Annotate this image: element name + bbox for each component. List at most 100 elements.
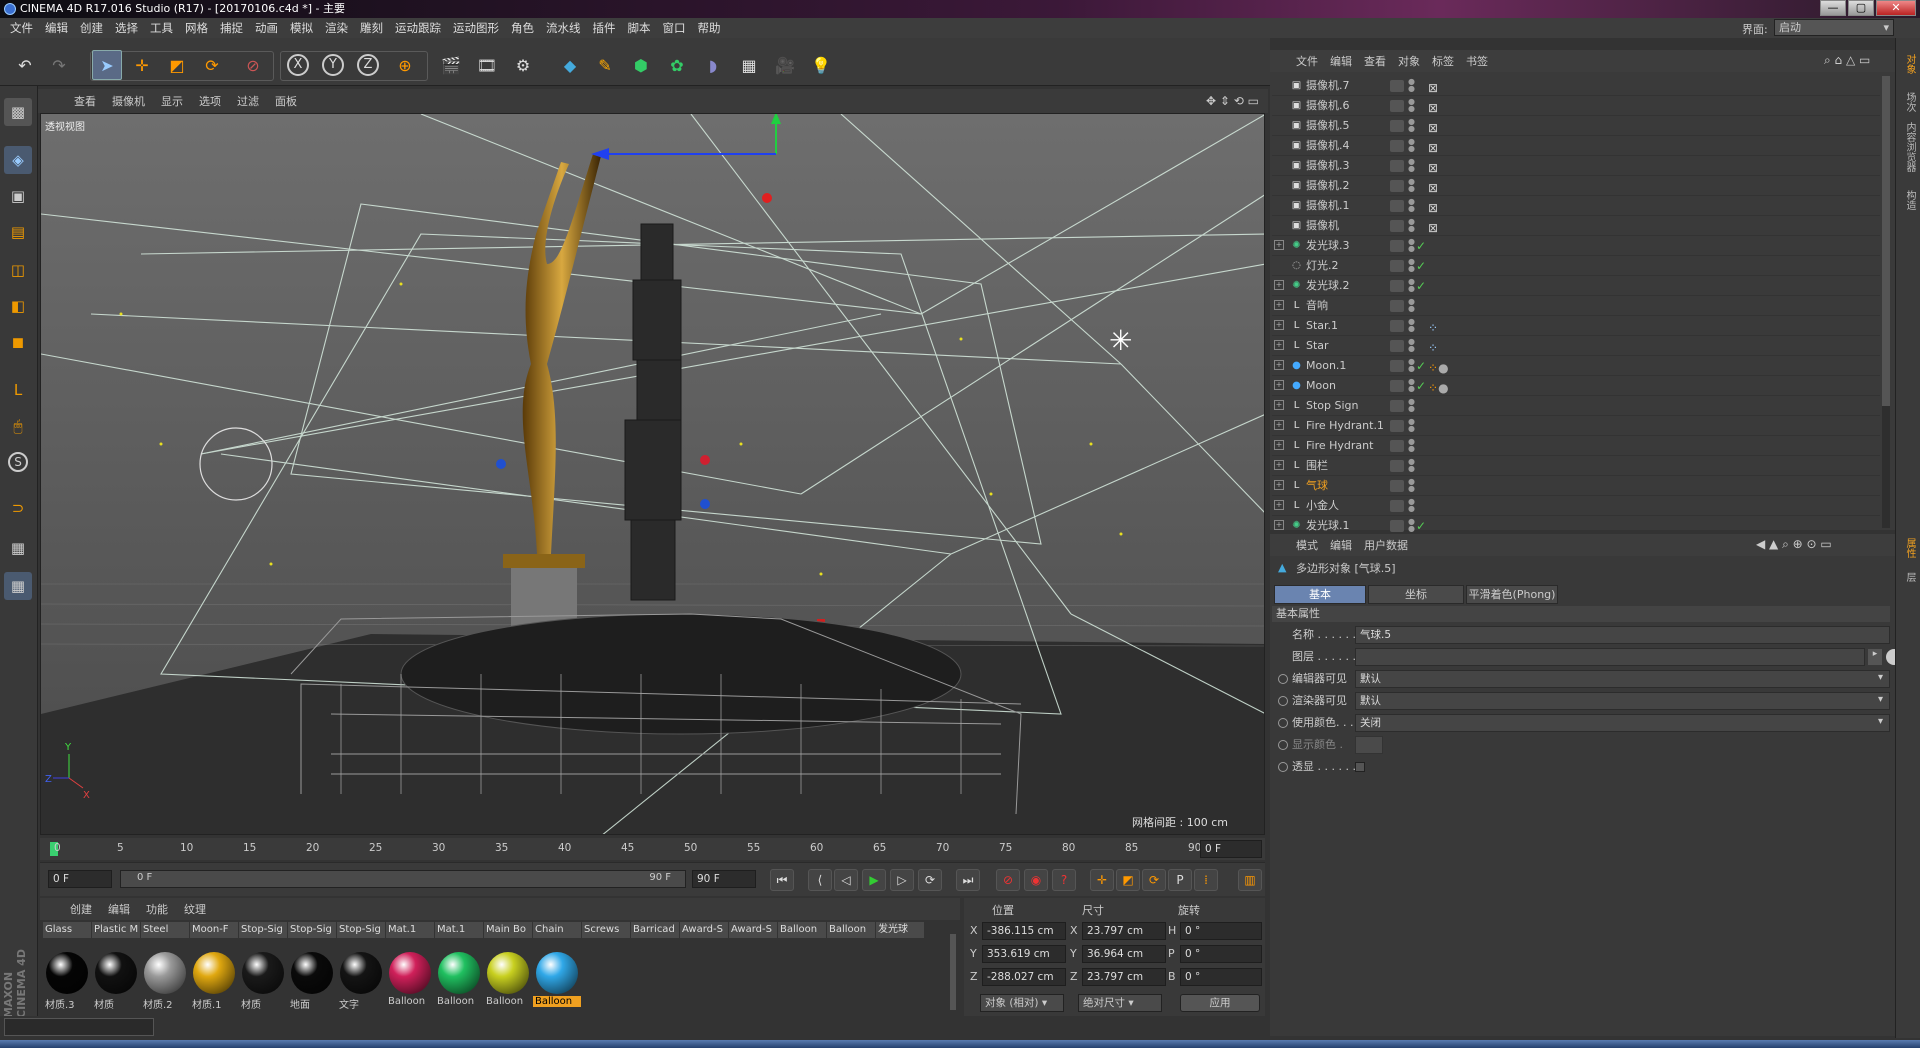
- material-item[interactable]: Chain Balloon: [533, 922, 581, 1012]
- material-item[interactable]: Screws: [582, 922, 630, 1012]
- attribute-field[interactable]: [1355, 648, 1865, 666]
- size-mode-select[interactable]: 绝对尺寸 ▾: [1078, 994, 1162, 1012]
- object-name[interactable]: 音响: [1306, 296, 1328, 316]
- material-item[interactable]: Award-S: [680, 922, 728, 1012]
- frame-range-slider[interactable]: 0 F 90 F: [120, 870, 686, 888]
- object-name[interactable]: Moon.1: [1306, 356, 1346, 376]
- expand-icon[interactable]: +: [1274, 400, 1284, 410]
- camera-tag-icon[interactable]: ⊠: [1428, 98, 1438, 118]
- layer-arrow-icon[interactable]: ▸: [1868, 649, 1882, 665]
- camera-tag-icon[interactable]: ⊠: [1428, 218, 1438, 238]
- expand-icon[interactable]: +: [1274, 480, 1284, 490]
- scale-button[interactable]: ◩: [162, 50, 192, 80]
- object-name[interactable]: Stop Sign: [1306, 396, 1359, 416]
- enabled-check-icon[interactable]: ✓: [1416, 256, 1426, 276]
- material-item[interactable]: Balloon: [827, 922, 875, 1012]
- material-preview-sphere[interactable]: [389, 952, 431, 994]
- animate-radio-icon[interactable]: [1278, 718, 1288, 728]
- attribute-menu-edit[interactable]: 编辑: [1324, 537, 1358, 553]
- expand-icon[interactable]: +: [1274, 440, 1284, 450]
- visibility-toggle[interactable]: [1390, 200, 1404, 212]
- object-name[interactable]: Star.1: [1306, 316, 1338, 336]
- right-tab-structure[interactable]: 构造: [1897, 190, 1917, 210]
- tab-coordinates[interactable]: 坐标: [1368, 585, 1464, 604]
- key-pla-button[interactable]: ⁞: [1194, 869, 1218, 891]
- viewport-menu-view[interactable]: 查看: [66, 93, 104, 109]
- render-dots-icon[interactable]: ● ●: [1408, 358, 1415, 374]
- visibility-toggle[interactable]: [1390, 100, 1404, 112]
- material-item[interactable]: Balloon: [778, 922, 826, 1012]
- render-dots-icon[interactable]: ● ●: [1408, 278, 1415, 294]
- key-rotation-button[interactable]: ⟳: [1142, 869, 1166, 891]
- object-name[interactable]: 灯光.2: [1306, 256, 1339, 276]
- camera-tag-icon[interactable]: ⊠: [1428, 118, 1438, 138]
- material-preview-sphere[interactable]: [536, 952, 578, 994]
- visibility-toggle[interactable]: [1390, 480, 1404, 492]
- perspective-viewport[interactable]: ✳ Y Z X 透视视图 网格间距: 100 cm: [40, 113, 1265, 835]
- object-name[interactable]: Fire Hydrant: [1306, 436, 1373, 456]
- menu-simulate[interactable]: 模拟: [284, 20, 319, 36]
- render-dots-icon[interactable]: ● ●: [1408, 418, 1415, 434]
- make-editable-button[interactable]: ▩: [4, 98, 32, 126]
- object-row[interactable]: ▣ 摄像机.3 ● ● ⊠: [1272, 156, 1880, 176]
- go-to-end-button[interactable]: ⏭: [956, 869, 980, 891]
- render-dots-icon[interactable]: ● ●: [1408, 218, 1415, 234]
- coord-size-field[interactable]: 36.964 cm: [1082, 945, 1166, 963]
- material-preview-sphere[interactable]: [46, 952, 88, 994]
- next-key-button[interactable]: ⟳: [918, 869, 942, 891]
- render-dots-icon[interactable]: ● ●: [1408, 118, 1415, 134]
- visibility-toggle[interactable]: [1390, 320, 1404, 332]
- next-frame-button[interactable]: ▷: [890, 869, 914, 891]
- material-preview-sphere[interactable]: [242, 952, 284, 994]
- coord-mode-select[interactable]: 对象 (相对) ▾: [980, 994, 1064, 1012]
- key-parameter-button[interactable]: P: [1168, 869, 1192, 891]
- render-dots-icon[interactable]: ● ●: [1408, 478, 1415, 494]
- object-scrollbar[interactable]: [1882, 76, 1890, 528]
- star-tag-icon[interactable]: ⁘: [1428, 318, 1438, 338]
- model-mode-button[interactable]: ◈: [4, 146, 32, 174]
- material-menu-function[interactable]: 功能: [138, 901, 176, 917]
- visibility-toggle[interactable]: [1390, 300, 1404, 312]
- x-axis-button[interactable]: X: [283, 50, 313, 80]
- render-dots-icon[interactable]: ● ●: [1408, 178, 1415, 194]
- chevron-down-icon[interactable]: ▾: [1878, 694, 1883, 705]
- right-tab-objects[interactable]: 对象: [1897, 54, 1917, 74]
- object-name[interactable]: 摄像机: [1306, 216, 1339, 236]
- object-name[interactable]: 摄像机.2: [1306, 176, 1350, 196]
- visibility-toggle[interactable]: [1390, 240, 1404, 252]
- animate-radio-icon[interactable]: [1278, 762, 1288, 772]
- menu-create[interactable]: 创建: [74, 20, 109, 36]
- material-item[interactable]: Stop-Sig 文字: [337, 922, 385, 1012]
- autokey-button[interactable]: ◉: [1024, 869, 1048, 891]
- menu-window[interactable]: 窗口: [657, 20, 692, 36]
- attribute-field[interactable]: 默认: [1355, 692, 1890, 710]
- enabled-check-icon[interactable]: ✓: [1416, 376, 1426, 396]
- animate-radio-icon[interactable]: [1278, 740, 1288, 750]
- viewport-nav-icons[interactable]: ✥ ⇕ ⟲ ▭: [1198, 94, 1267, 108]
- menu-snap[interactable]: 捕捉: [214, 20, 249, 36]
- visibility-toggle[interactable]: [1390, 260, 1404, 272]
- material-item[interactable]: Mat.1 Balloon: [386, 922, 434, 1012]
- prev-frame-button[interactable]: ◁: [834, 869, 858, 891]
- material-item[interactable]: Award-S: [729, 922, 777, 1012]
- material-item[interactable]: Main Bo Balloon: [484, 922, 532, 1012]
- material-menu-edit[interactable]: 编辑: [100, 901, 138, 917]
- enabled-check-icon[interactable]: ✓: [1416, 516, 1426, 536]
- current-frame-field[interactable]: 0 F: [1200, 840, 1262, 858]
- camera-tag-icon[interactable]: ⊠: [1428, 178, 1438, 198]
- cube-button[interactable]: ◆: [555, 50, 585, 80]
- object-name[interactable]: 发光球.3: [1306, 236, 1350, 256]
- render-dots-icon[interactable]: ● ●: [1408, 78, 1415, 94]
- object-row[interactable]: + L 围栏 ● ●: [1272, 456, 1880, 476]
- timeline-ruler[interactable]: 0 5 10 15 20 25 30 35 40 45 50 55 60 65 70 75 80 85 90 0 F: [40, 838, 1265, 860]
- chevron-down-icon[interactable]: ▾: [1878, 672, 1883, 683]
- coord-rotation-field[interactable]: 0 °: [1180, 968, 1262, 986]
- points-mode-button[interactable]: ◫: [4, 256, 32, 284]
- material-menu-create[interactable]: 创建: [62, 901, 100, 917]
- coord-size-field[interactable]: 23.797 cm: [1082, 968, 1166, 986]
- menu-edit[interactable]: 编辑: [39, 20, 74, 36]
- menu-pipeline[interactable]: 流水线: [540, 20, 587, 36]
- render-dots-icon[interactable]: ● ●: [1408, 258, 1415, 274]
- expand-icon[interactable]: +: [1274, 240, 1284, 250]
- menu-file[interactable]: 文件: [4, 20, 39, 36]
